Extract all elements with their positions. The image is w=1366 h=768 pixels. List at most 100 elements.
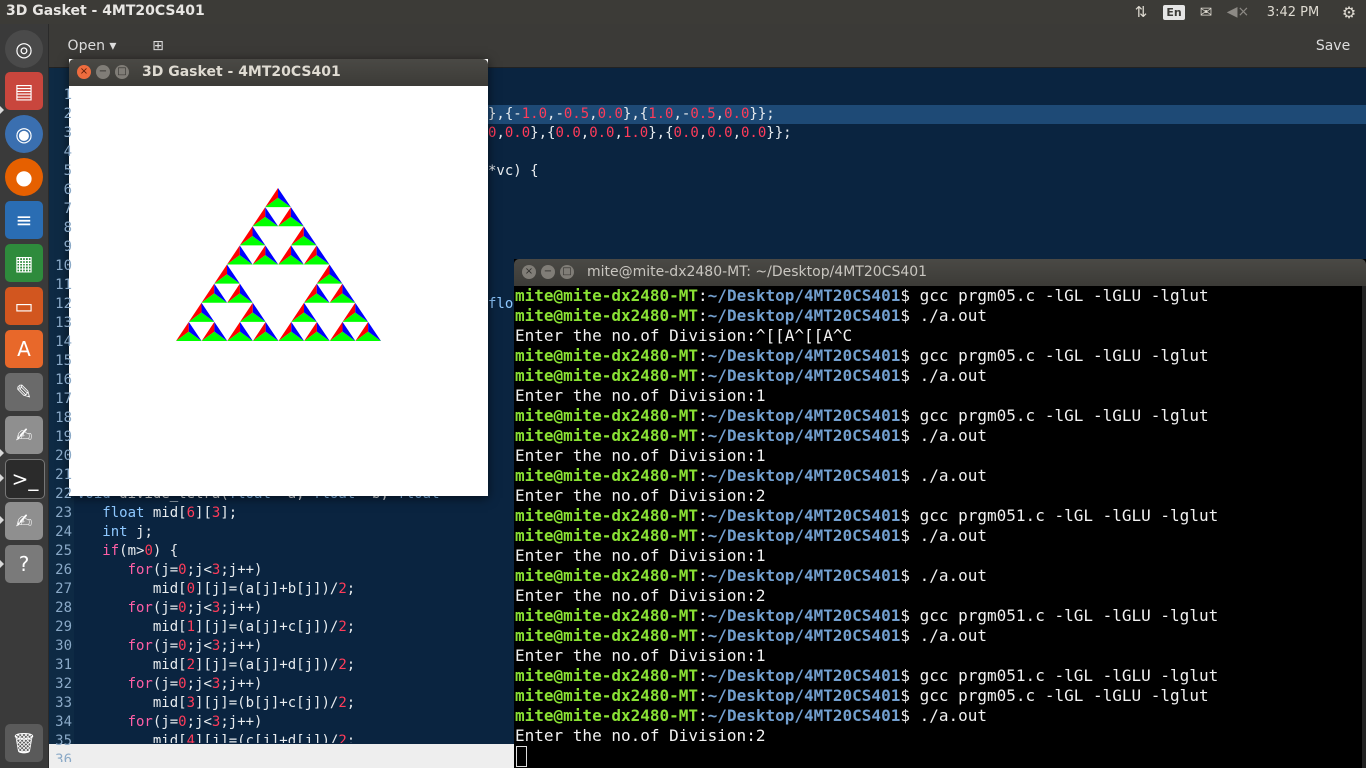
gasket-window: × − □ 3D Gasket - 4MT20CS401 bbox=[69, 59, 488, 496]
ubuntu-dash-icon[interactable]: ◎ bbox=[5, 30, 43, 68]
maximize-icon[interactable]: □ bbox=[560, 265, 574, 279]
line-number: 25 bbox=[55, 543, 72, 559]
line-number: 14 bbox=[55, 334, 72, 350]
line-number: 2 bbox=[63, 106, 72, 122]
calc-icon[interactable]: ▦ bbox=[5, 244, 43, 282]
gear-icon[interactable]: ⚙ bbox=[1332, 3, 1366, 22]
terminal-icon[interactable]: >_ bbox=[5, 459, 45, 499]
code-line-34: mid[3][j]=(b[j]+c[j])/2; bbox=[77, 695, 356, 711]
line-number: 16 bbox=[55, 372, 72, 388]
close-icon[interactable]: × bbox=[77, 65, 91, 79]
network-updown-icon[interactable]: ⇅ bbox=[1124, 3, 1158, 21]
line-number: 32 bbox=[55, 676, 72, 692]
line-number: 30 bbox=[55, 638, 72, 654]
gasket-canvas bbox=[69, 86, 488, 496]
terminal-command-line: mite@mite-dx2480-MT:~/Desktop/4MT20CS401… bbox=[515, 686, 1209, 705]
chromium-icon[interactable]: ◉ bbox=[5, 115, 43, 153]
system-settings-icon[interactable]: ✎ bbox=[5, 373, 43, 411]
code-line-30: mid[1][j]=(a[j]+c[j])/2; bbox=[77, 619, 356, 635]
help-icon[interactable]: ? bbox=[5, 545, 43, 583]
keyboard-language-indicator[interactable]: En bbox=[1158, 4, 1190, 20]
terminal-output[interactable]: mite@mite-dx2480-MT:~/Desktop/4MT20CS401… bbox=[514, 286, 1362, 768]
impress-icon[interactable]: ▭ bbox=[5, 287, 43, 325]
running-indicator bbox=[0, 474, 4, 482]
running-indicator bbox=[0, 516, 4, 524]
firefox-icon[interactable]: ● bbox=[5, 158, 43, 196]
line-number: 35 bbox=[55, 733, 72, 749]
line-number: 27 bbox=[55, 581, 72, 597]
line-number: 11 bbox=[55, 277, 72, 293]
line-number: 28 bbox=[55, 600, 72, 616]
line-number: 33 bbox=[55, 695, 72, 711]
gasket-titlebar[interactable]: × − □ 3D Gasket - 4MT20CS401 bbox=[69, 59, 488, 86]
editor-statusbar bbox=[49, 744, 517, 768]
system-tray: ⇅ En ✉ ◀× 3:42 PM ⚙ bbox=[1124, 0, 1366, 24]
terminal-window: × − □ mite@mite-dx2480-MT: ~/Desktop/4MT… bbox=[514, 259, 1366, 768]
terminal-output-line: Enter the no.of Division:2 bbox=[515, 486, 766, 505]
launcher: ◎ ▤ ◉ ● ≡ ▦ ▭ A ✎ ✍ >_ ✍ ? 🗑 bbox=[0, 24, 49, 768]
save-button[interactable]: Save bbox=[1308, 32, 1358, 60]
line-number: 22 bbox=[55, 486, 72, 502]
terminal-command-line: mite@mite-dx2480-MT:~/Desktop/4MT20CS401… bbox=[515, 706, 988, 725]
line-number: 8 bbox=[63, 220, 72, 236]
writer-icon[interactable]: ≡ bbox=[5, 201, 43, 239]
code-line-33: for(j=0;j<3;j++) bbox=[127, 676, 263, 692]
text-editor-icon[interactable]: ✍ bbox=[5, 416, 43, 454]
line-number: 23 bbox=[55, 505, 72, 521]
line-number: 26 bbox=[55, 562, 72, 578]
terminal-cursor bbox=[516, 746, 527, 767]
line-number: 34 bbox=[55, 714, 72, 730]
close-icon[interactable]: × bbox=[522, 265, 536, 279]
terminal-output-line: Enter the no.of Division:2 bbox=[515, 586, 766, 605]
line-number: 17 bbox=[55, 391, 72, 407]
files-icon[interactable]: ▤ bbox=[5, 72, 43, 110]
line-number: 29 bbox=[55, 619, 72, 635]
language-label: En bbox=[1163, 5, 1185, 20]
open-button[interactable]: Open ▾ bbox=[57, 34, 127, 58]
code-line-27: for(j=0;j<3;j++) bbox=[127, 562, 263, 578]
clock[interactable]: 3:42 PM bbox=[1254, 5, 1332, 20]
maximize-icon[interactable]: □ bbox=[115, 65, 129, 79]
terminal-output-line: Enter the no.of Division:1 bbox=[515, 646, 766, 665]
terminal-titlebar[interactable]: × − □ mite@mite-dx2480-MT: ~/Desktop/4MT… bbox=[514, 259, 1366, 286]
code-line-26: if(m>0) { bbox=[102, 543, 179, 559]
text-editor-2-icon[interactable]: ✍ bbox=[5, 502, 43, 540]
running-indicator bbox=[0, 106, 4, 114]
line-number: 10 bbox=[55, 258, 72, 274]
code-line-31: for(j=0;j<3;j++) bbox=[127, 638, 263, 654]
terminal-command-line: mite@mite-dx2480-MT:~/Desktop/4MT20CS401… bbox=[515, 306, 988, 325]
terminal-output-line: Enter the no.of Division:1 bbox=[515, 446, 766, 465]
terminal-command-line: mite@mite-dx2480-MT:~/Desktop/4MT20CS401… bbox=[515, 426, 988, 445]
terminal-output-line: Enter the no.of Division:1 bbox=[515, 546, 766, 565]
terminal-output-line: Enter the no.of Division:1 bbox=[515, 386, 766, 405]
code-line-28: mid[0][j]=(a[j]+b[j])/2; bbox=[77, 581, 356, 597]
terminal-command-line: mite@mite-dx2480-MT:~/Desktop/4MT20CS401… bbox=[515, 286, 1209, 305]
envelope-icon[interactable]: ✉ bbox=[1190, 3, 1222, 21]
line-number: 3 bbox=[63, 125, 72, 141]
code-line-4: 0,0.0},{0.0,0.0,1.0},{0.0,0.0,0.0}}; bbox=[488, 125, 792, 141]
terminal-scrollbar[interactable] bbox=[1362, 286, 1366, 768]
trash-icon[interactable]: 🗑 bbox=[5, 724, 43, 762]
line-number: 15 bbox=[55, 353, 72, 369]
line-number: 5 bbox=[63, 163, 72, 179]
code-line-6: *vc) { bbox=[488, 163, 539, 179]
speaker-muted-icon[interactable]: ◀× bbox=[1222, 4, 1254, 20]
line-number: 1 bbox=[63, 87, 72, 103]
line-number: 6 bbox=[63, 182, 72, 198]
terminal-command-line: mite@mite-dx2480-MT:~/Desktop/4MT20CS401… bbox=[515, 366, 988, 385]
running-indicator bbox=[0, 449, 4, 457]
open-label: Open bbox=[67, 38, 105, 54]
software-center-icon[interactable]: A bbox=[5, 330, 43, 368]
terminal-window-title: mite@mite-dx2480-MT: ~/Desktop/4MT20CS40… bbox=[587, 264, 928, 280]
new-document-icon[interactable]: ⊞ bbox=[145, 34, 171, 58]
line-number: 13 bbox=[55, 315, 72, 331]
minimize-icon[interactable]: − bbox=[96, 65, 110, 79]
code-line-35: for(j=0;j<3;j++) bbox=[127, 714, 263, 730]
terminal-command-line: mite@mite-dx2480-MT:~/Desktop/4MT20CS401… bbox=[515, 626, 988, 645]
minimize-icon[interactable]: − bbox=[541, 265, 555, 279]
terminal-command-line: mite@mite-dx2480-MT:~/Desktop/4MT20CS401… bbox=[515, 526, 988, 545]
terminal-command-line: mite@mite-dx2480-MT:~/Desktop/4MT20CS401… bbox=[515, 566, 988, 585]
active-window-title: 3D Gasket - 4MT20CS401 bbox=[6, 3, 205, 19]
terminal-command-line: mite@mite-dx2480-MT:~/Desktop/4MT20CS401… bbox=[515, 346, 1209, 365]
line-number: 9 bbox=[63, 239, 72, 255]
